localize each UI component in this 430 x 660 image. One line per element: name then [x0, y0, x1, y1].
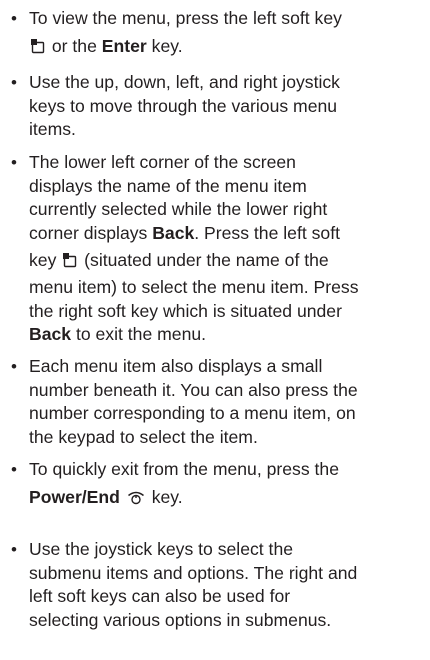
- text-line: Use the joystick keys to select the: [29, 539, 294, 559]
- text-line: displays the name of the menu item: [29, 175, 307, 196]
- back-label: Back: [152, 222, 195, 243]
- text-line: menu item) to select the menu item. Pres…: [29, 277, 359, 297]
- text-fragment: key.: [151, 35, 183, 56]
- enter-key-label: Enter: [101, 35, 147, 56]
- text-line: left soft keys can also be used for: [29, 586, 291, 606]
- bullet-marker: •: [11, 9, 17, 28]
- bullet-soft-keys: • The lower left corner of the screen di…: [11, 151, 423, 347]
- text-fragment: to exit the menu.: [75, 324, 207, 344]
- text-line: number beneath it. You can also press th…: [29, 379, 358, 400]
- text-fragment: . Press the left soft: [194, 222, 340, 243]
- text-line: Back to exit the menu.: [29, 323, 423, 347]
- text-line: keys to move through the various menu: [29, 95, 338, 116]
- text-fragment: corner displays: [29, 222, 148, 243]
- bullet-marker: •: [11, 73, 17, 92]
- text-line: Use the up, down, left, and right joysti…: [29, 72, 340, 92]
- bullet-view-menu: • To view the menu, press the left soft …: [11, 7, 423, 62]
- text-line: Power/End key.: [29, 482, 423, 513]
- left-soft-key-icon: [63, 251, 77, 275]
- bullet-marker: •: [11, 460, 17, 479]
- text-line: corner displays Back. Press the left sof…: [29, 222, 423, 246]
- text-fragment: key: [29, 250, 57, 270]
- text-line: the right soft key which is situated und…: [29, 300, 342, 321]
- bullet-submenus: • Use the joystick keys to select the su…: [11, 538, 423, 632]
- text-line: key (situated under the name of the: [29, 245, 423, 276]
- text-line: the keypad to select the item.: [29, 426, 258, 447]
- bullet-menu-numbers: • Each menu item also displays a small n…: [11, 355, 423, 449]
- bullet-marker: •: [11, 540, 17, 559]
- text-line: To view the menu, press the left soft ke…: [29, 8, 342, 28]
- text-line: To quickly exit from the menu, press the: [29, 459, 339, 479]
- manual-page: • To view the menu, press the left soft …: [0, 0, 430, 660]
- power-end-key-icon: [127, 488, 145, 512]
- text-line: The lower left corner of the screen: [29, 152, 296, 172]
- text-line: submenu items and options. The right and: [29, 562, 358, 583]
- bullet-quick-exit: • To quickly exit from the menu, press t…: [11, 458, 423, 513]
- bullet-marker: •: [11, 153, 17, 172]
- bullet-joystick-navigation: • Use the up, down, left, and right joys…: [11, 71, 423, 142]
- text-line: number corresponding to a menu item, on: [29, 403, 356, 423]
- text-line: Each menu item also displays a small: [29, 356, 323, 376]
- back-label: Back: [29, 324, 72, 344]
- left-soft-key-icon: [31, 37, 45, 61]
- text-line: items.: [29, 119, 76, 139]
- text-fragment: key.: [151, 486, 183, 507]
- text-line: currently selected while the lower right: [29, 199, 328, 219]
- text-fragment: (situated under the name of the: [84, 250, 329, 270]
- text-line: or the Enter key.: [29, 31, 423, 62]
- bullet-marker: •: [11, 357, 17, 376]
- text-fragment: or the: [51, 35, 97, 56]
- text-line: selecting various options in submenus.: [29, 609, 332, 630]
- power-end-key-label: Power/End: [29, 486, 120, 507]
